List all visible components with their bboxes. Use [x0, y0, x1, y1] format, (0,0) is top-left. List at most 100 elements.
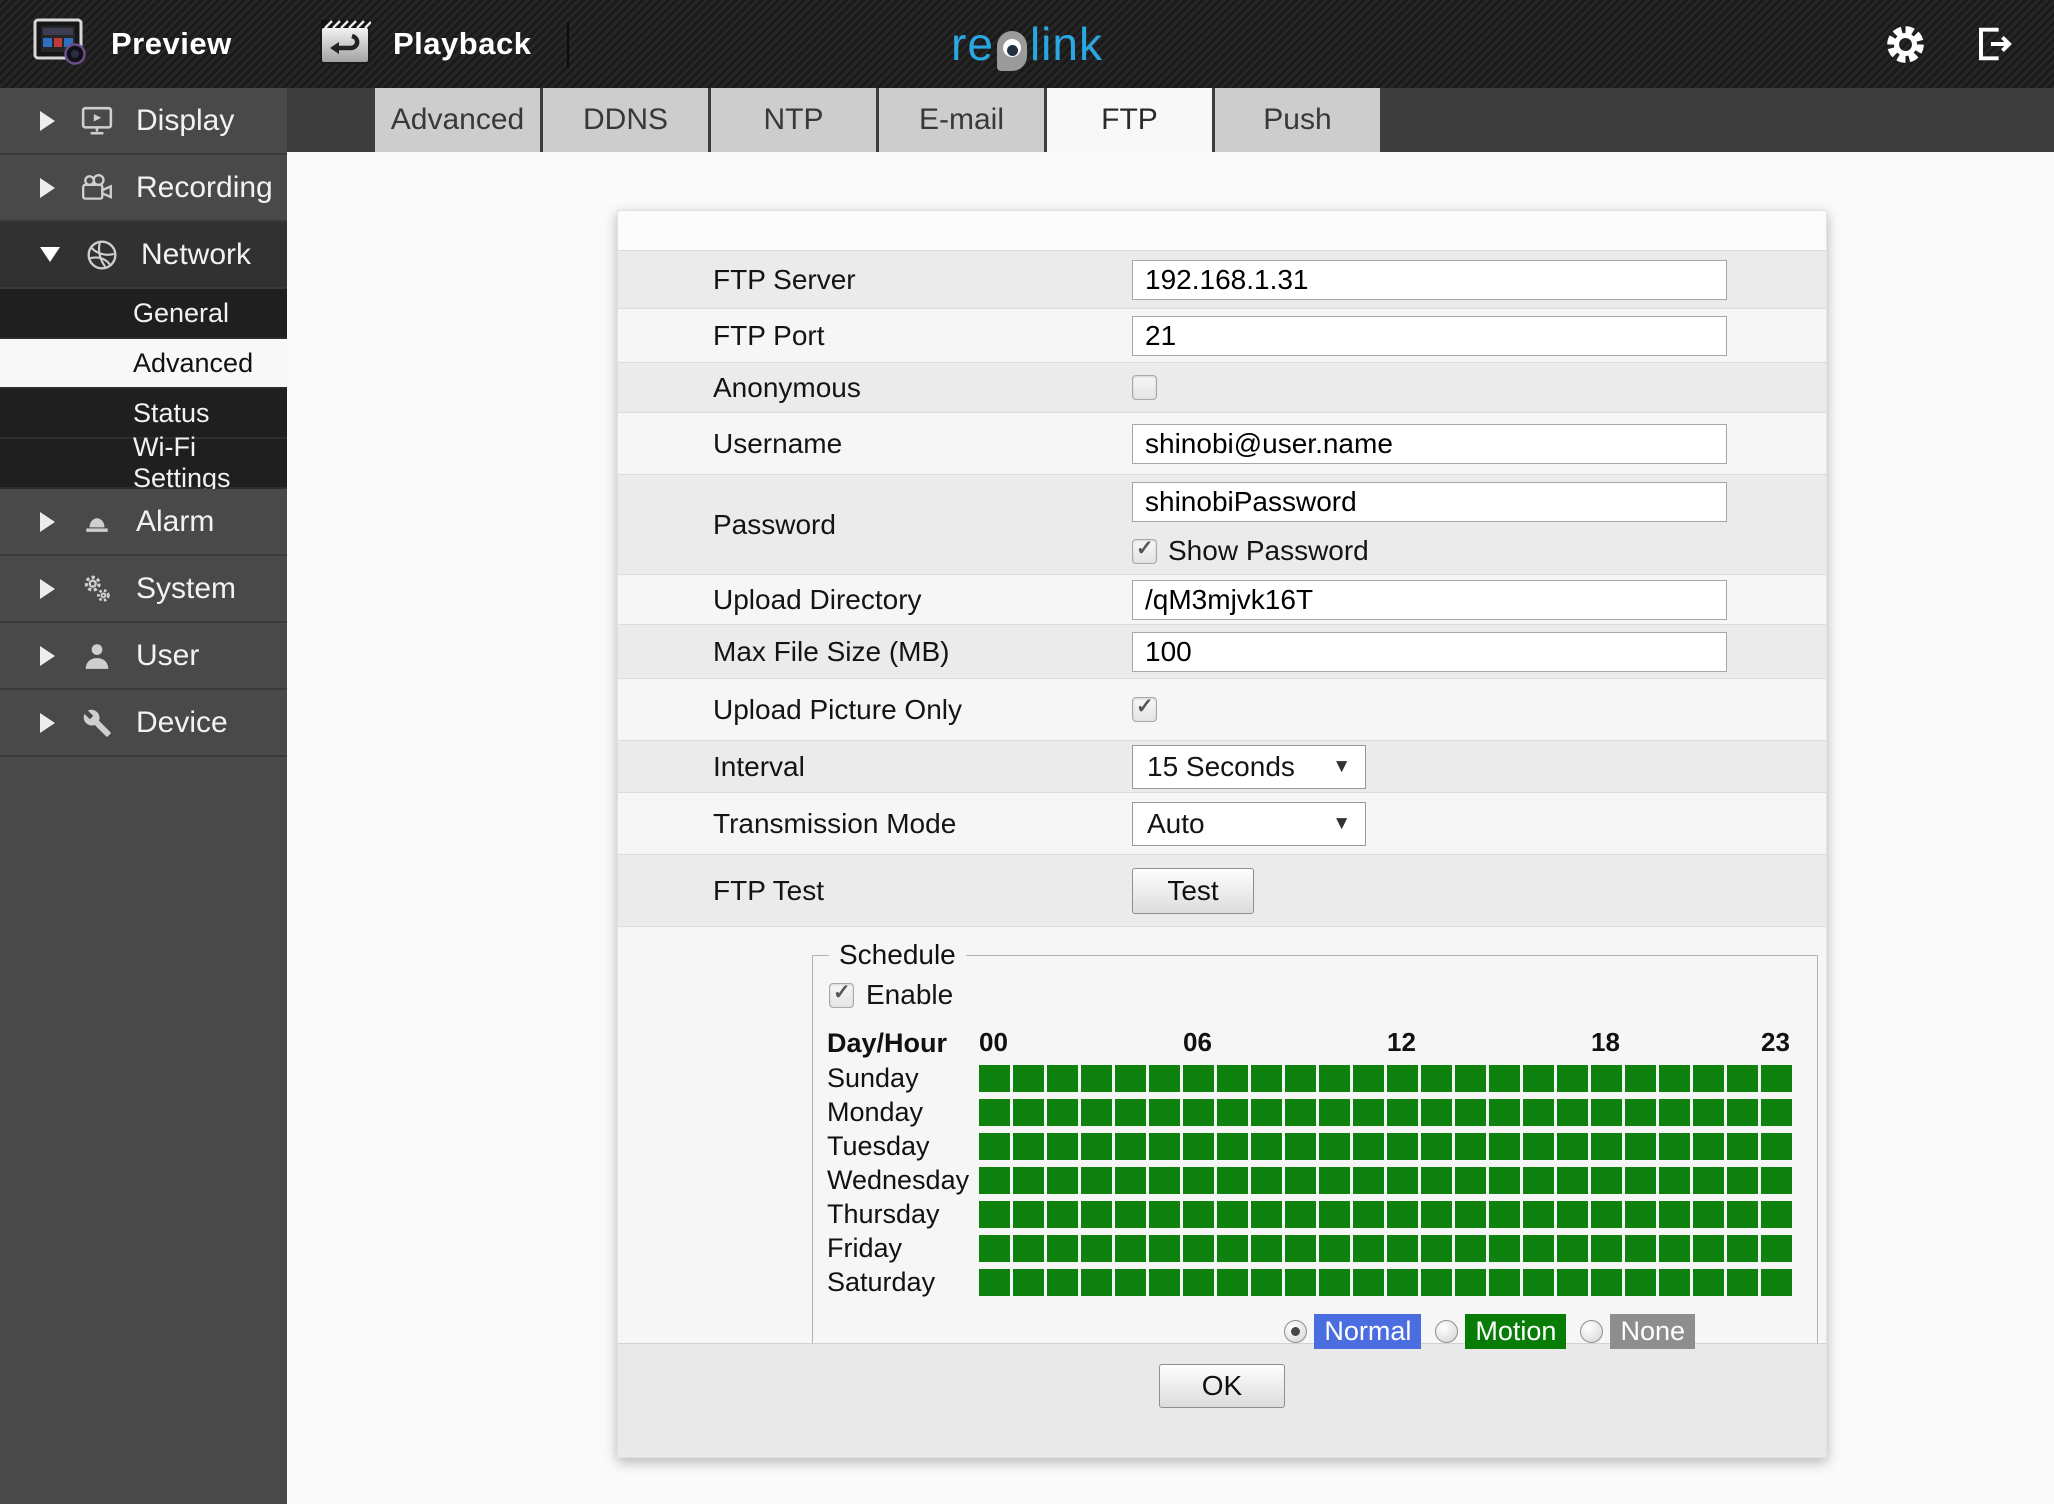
schedule-cell[interactable] — [1591, 1167, 1622, 1194]
schedule-cell[interactable] — [1183, 1167, 1214, 1194]
schedule-cell[interactable] — [1217, 1133, 1248, 1160]
schedule-cell[interactable] — [1013, 1065, 1044, 1092]
schedule-cell[interactable] — [1149, 1133, 1180, 1160]
schedule-cell[interactable] — [1319, 1065, 1350, 1092]
schedule-cell[interactable] — [1217, 1099, 1248, 1126]
schedule-cell[interactable] — [1523, 1167, 1554, 1194]
schedule-cell[interactable] — [1183, 1065, 1214, 1092]
schedule-cell[interactable] — [1557, 1099, 1588, 1126]
schedule-cell[interactable] — [1387, 1065, 1418, 1092]
schedule-cell[interactable] — [1727, 1065, 1758, 1092]
schedule-cell[interactable] — [1115, 1167, 1146, 1194]
schedule-cell[interactable] — [1183, 1099, 1214, 1126]
preview-button[interactable]: Preview — [33, 0, 232, 88]
logout-icon[interactable] — [1970, 22, 2014, 66]
schedule-cell[interactable] — [1421, 1201, 1452, 1228]
schedule-cell[interactable] — [1625, 1133, 1656, 1160]
schedule-cell[interactable] — [1183, 1235, 1214, 1262]
schedule-cell[interactable] — [1387, 1235, 1418, 1262]
tab-advanced[interactable]: Advanced — [375, 88, 540, 152]
mode-none[interactable]: None — [1580, 1314, 1695, 1349]
schedule-cell[interactable] — [1217, 1201, 1248, 1228]
schedule-cell[interactable] — [1081, 1201, 1112, 1228]
schedule-cell[interactable] — [1387, 1167, 1418, 1194]
schedule-cell[interactable] — [1727, 1099, 1758, 1126]
schedule-cell[interactable] — [1081, 1099, 1112, 1126]
schedule-cell[interactable] — [1149, 1167, 1180, 1194]
schedule-cell[interactable] — [1761, 1201, 1792, 1228]
schedule-cell[interactable] — [1591, 1201, 1622, 1228]
schedule-cell[interactable] — [1489, 1201, 1520, 1228]
schedule-cell[interactable] — [1013, 1133, 1044, 1160]
ftp-test-button[interactable]: Test — [1132, 867, 1254, 914]
schedule-cell[interactable] — [979, 1269, 1010, 1296]
schedule-cell[interactable] — [1319, 1099, 1350, 1126]
schedule-enable-checkbox[interactable] — [829, 980, 854, 1008]
schedule-cell[interactable] — [1183, 1133, 1214, 1160]
show-password-checkbox[interactable] — [1132, 536, 1157, 564]
schedule-cell[interactable] — [1183, 1201, 1214, 1228]
schedule-cell[interactable] — [1149, 1201, 1180, 1228]
schedule-cell[interactable] — [1387, 1269, 1418, 1296]
schedule-cell[interactable] — [1489, 1235, 1520, 1262]
schedule-cell[interactable] — [1625, 1167, 1656, 1194]
schedule-cell[interactable] — [1013, 1167, 1044, 1194]
schedule-cell[interactable] — [1557, 1167, 1588, 1194]
schedule-cell[interactable] — [1115, 1235, 1146, 1262]
schedule-cell[interactable] — [1421, 1099, 1452, 1126]
tab-ftp[interactable]: FTP — [1047, 88, 1212, 152]
ftp-port-input[interactable] — [1132, 315, 1727, 356]
none-radio[interactable] — [1580, 1320, 1604, 1343]
schedule-cell[interactable] — [1251, 1065, 1282, 1092]
sidebar-item-device[interactable]: Device — [0, 690, 287, 757]
schedule-cell[interactable] — [1387, 1099, 1418, 1126]
schedule-cell[interactable] — [1285, 1269, 1316, 1296]
schedule-cell[interactable] — [1693, 1133, 1724, 1160]
schedule-cell[interactable] — [1489, 1269, 1520, 1296]
schedule-cell[interactable] — [1455, 1167, 1486, 1194]
password-input[interactable] — [1132, 482, 1727, 522]
schedule-cell[interactable] — [1455, 1235, 1486, 1262]
schedule-cell[interactable] — [1115, 1099, 1146, 1126]
schedule-cell[interactable] — [1455, 1099, 1486, 1126]
schedule-cell[interactable] — [1047, 1065, 1078, 1092]
schedule-cell[interactable] — [1285, 1201, 1316, 1228]
schedule-cell[interactable] — [1489, 1167, 1520, 1194]
schedule-cell[interactable] — [1047, 1133, 1078, 1160]
schedule-cell[interactable] — [1693, 1167, 1724, 1194]
max-file-size-input[interactable] — [1132, 631, 1727, 672]
tab-push[interactable]: Push — [1215, 88, 1380, 152]
schedule-cell[interactable] — [1761, 1235, 1792, 1262]
schedule-cell[interactable] — [1217, 1235, 1248, 1262]
schedule-cell[interactable] — [1353, 1065, 1384, 1092]
schedule-cell[interactable] — [1455, 1201, 1486, 1228]
schedule-cell[interactable] — [1455, 1133, 1486, 1160]
schedule-cell[interactable] — [1285, 1099, 1316, 1126]
schedule-cell[interactable] — [1659, 1099, 1690, 1126]
schedule-cell[interactable] — [1557, 1065, 1588, 1092]
schedule-cell[interactable] — [1659, 1235, 1690, 1262]
schedule-cell[interactable] — [1421, 1133, 1452, 1160]
schedule-cell[interactable] — [1047, 1269, 1078, 1296]
schedule-cell[interactable] — [1115, 1201, 1146, 1228]
schedule-cell[interactable] — [1285, 1167, 1316, 1194]
schedule-cell[interactable] — [1625, 1201, 1656, 1228]
sidebar-item-system[interactable]: System — [0, 556, 287, 623]
schedule-cell[interactable] — [1693, 1099, 1724, 1126]
normal-radio[interactable] — [1284, 1320, 1308, 1343]
schedule-cell[interactable] — [1761, 1065, 1792, 1092]
schedule-cell[interactable] — [1251, 1167, 1282, 1194]
mode-motion[interactable]: Motion — [1435, 1314, 1567, 1349]
schedule-cell[interactable] — [1081, 1235, 1112, 1262]
schedule-cell[interactable] — [1523, 1201, 1554, 1228]
schedule-cell[interactable] — [1353, 1133, 1384, 1160]
schedule-cell[interactable] — [1251, 1201, 1282, 1228]
schedule-cell[interactable] — [1319, 1167, 1350, 1194]
schedule-cell[interactable] — [1421, 1167, 1452, 1194]
schedule-cell[interactable] — [1047, 1201, 1078, 1228]
schedule-cell[interactable] — [1285, 1133, 1316, 1160]
schedule-cell[interactable] — [1149, 1065, 1180, 1092]
schedule-cell[interactable] — [1217, 1269, 1248, 1296]
mode-normal[interactable]: Normal — [1284, 1314, 1422, 1349]
schedule-cell[interactable] — [1591, 1099, 1622, 1126]
